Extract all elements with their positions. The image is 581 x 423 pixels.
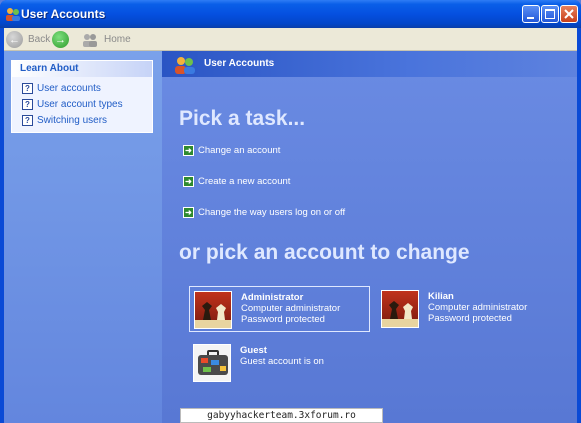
task-create-account[interactable]: ➜ Create a new account xyxy=(183,176,290,187)
account-status: Password protected xyxy=(241,314,325,325)
pick-task-heading: Pick a task... xyxy=(179,107,306,130)
chess-icon xyxy=(194,291,232,329)
home-button[interactable]: Home xyxy=(81,28,131,51)
maximize-button[interactable] xyxy=(541,5,559,23)
forward-arrow-icon: → xyxy=(52,31,69,48)
account-administrator[interactable]: Administrator Computer administrator Pas… xyxy=(189,286,370,332)
task-change-account[interactable]: ➜ Change an account xyxy=(183,145,280,156)
learn-about-panel: Learn About ? User accounts ? User accou… xyxy=(11,60,153,133)
help-icon: ? xyxy=(22,115,33,126)
sidebar-item-user-accounts[interactable]: ? User accounts xyxy=(22,83,101,94)
maximize-icon xyxy=(545,9,555,19)
user-accounts-icon xyxy=(6,8,20,21)
green-arrow-icon: ➜ xyxy=(183,145,194,156)
home-label: Home xyxy=(104,34,131,45)
pick-account-heading: or pick an account to change xyxy=(179,241,470,264)
forward-button[interactable]: → xyxy=(52,28,69,51)
account-name: Guest xyxy=(240,345,267,356)
user-accounts-icon xyxy=(175,57,195,74)
sidebar-item-switching-users[interactable]: ? Switching users xyxy=(22,115,107,126)
back-button[interactable]: ← Back xyxy=(6,28,50,51)
main-header: User Accounts xyxy=(162,51,577,77)
account-guest[interactable]: Guest Guest account is on xyxy=(189,340,370,386)
sidebar-item-label: User account types xyxy=(37,99,123,110)
task-label: Create a new account xyxy=(198,176,291,187)
green-arrow-icon: ➜ xyxy=(183,176,194,187)
account-name: Kilian xyxy=(428,291,454,302)
main-panel: User Accounts Pick a task... ➜ Change an… xyxy=(162,51,577,423)
account-name: Administrator xyxy=(241,292,304,303)
minimize-button[interactable] xyxy=(522,5,540,23)
green-arrow-icon: ➜ xyxy=(183,207,194,218)
suitcase-icon xyxy=(193,344,231,382)
toolbar: ← Back → Home xyxy=(4,28,577,51)
chess-icon xyxy=(381,290,419,328)
account-type: Guest account is on xyxy=(240,356,324,367)
back-arrow-icon: ← xyxy=(6,31,23,48)
sidebar-item-user-account-types[interactable]: ? User account types xyxy=(22,99,123,110)
minimize-icon xyxy=(527,17,534,19)
user-accounts-window: User Accounts ← Back → Home Learn About … xyxy=(0,0,581,423)
account-type: Computer administrator xyxy=(428,302,528,313)
help-icon: ? xyxy=(22,99,33,110)
header-title: User Accounts xyxy=(204,58,275,69)
help-icon: ? xyxy=(22,83,33,94)
sidebar: Learn About ? User accounts ? User accou… xyxy=(4,51,162,423)
url-watermark: gabyyhackerteam.3xforum.ro xyxy=(180,408,383,423)
account-type: Computer administrator xyxy=(241,303,341,314)
sidebar-item-label: Switching users xyxy=(37,115,108,126)
title-bar[interactable]: User Accounts xyxy=(0,0,581,28)
close-icon xyxy=(564,9,574,19)
account-status: Password protected xyxy=(428,313,512,324)
task-label: Change an account xyxy=(198,145,281,156)
task-label: Change the way users log on or off xyxy=(198,207,346,218)
account-kilian[interactable]: Kilian Computer administrator Password p… xyxy=(377,286,558,332)
task-change-logon[interactable]: ➜ Change the way users log on or off xyxy=(183,207,345,218)
back-label: Back xyxy=(28,34,51,45)
learn-about-heading: Learn About xyxy=(12,61,152,77)
home-users-icon xyxy=(83,33,97,47)
sidebar-item-label: User accounts xyxy=(37,83,101,94)
window-title: User Accounts xyxy=(21,7,106,21)
content-area: Learn About ? User accounts ? User accou… xyxy=(4,51,577,423)
close-button[interactable] xyxy=(560,5,578,23)
